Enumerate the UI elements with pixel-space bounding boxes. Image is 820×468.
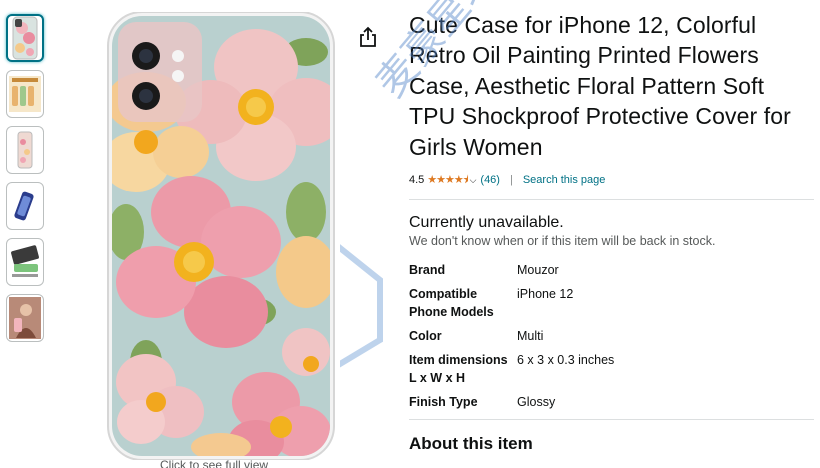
thumbnail-6-image [9, 297, 41, 339]
spec-key: Color [409, 329, 442, 344]
thumbnail-6[interactable] [6, 294, 44, 342]
thumbnail-3-image [17, 131, 33, 169]
main-product-image[interactable] [106, 11, 336, 461]
rating-count-link[interactable]: (46) [480, 174, 500, 186]
spec-key: Finish Type [409, 395, 478, 410]
product-info: Cute Case for iPhone 12, Colorful Retro … [409, 10, 814, 454]
thumbnail-list [6, 14, 46, 350]
spec-row-compatible-models: Compatible Phone Models iPhone 12 [409, 285, 614, 327]
spec-row-finish-type: Finish Type Glossy [409, 393, 614, 411]
spec-value: Mouzor [517, 263, 559, 278]
about-heading: About this item [409, 434, 533, 454]
search-this-page-link[interactable]: Search this page [523, 174, 606, 186]
spec-row-dimensions: Item dimensions L x W x H 6 x 3 x 0.3 in… [409, 351, 614, 393]
thumbnail-2[interactable] [6, 70, 44, 118]
spec-value: Multi [517, 329, 544, 344]
share-icon[interactable] [358, 26, 380, 50]
spec-row-color: Color Multi [409, 327, 614, 351]
rating-row: 4.5 ★★★★⯨ ⌵ (46) | Search this page [409, 172, 814, 188]
specs-table: Brand Mouzor Compatible Phone Models iPh… [409, 261, 614, 411]
thumbnail-5[interactable] [6, 238, 44, 286]
thumbnail-1[interactable] [6, 14, 44, 62]
spec-value: 6 x 3 x 0.3 inches [517, 353, 615, 368]
spec-key: Compatible Phone Models [409, 287, 494, 320]
spec-key: Item dimensions L x W x H [409, 353, 508, 386]
rating-value: 4.5 [409, 174, 425, 187]
product-title: Cute Case for iPhone 12, Colorful Retro … [409, 12, 791, 160]
spec-row-brand: Brand Mouzor [409, 261, 614, 285]
availability-status: Currently unavailable. [409, 214, 564, 232]
availability-note: We don't know when or if this item will … [409, 234, 716, 249]
rating-separator: | [509, 174, 513, 187]
star-rating-icon[interactable]: ★★★★⯨ [427, 171, 468, 190]
thumbnail-4-image [14, 191, 34, 221]
chevron-down-icon[interactable]: ⌵ [470, 175, 477, 186]
thumbnail-3[interactable] [6, 126, 44, 174]
thumbnail-2-image [9, 76, 41, 112]
thumbnail-5-image [11, 245, 39, 277]
divider [409, 419, 814, 421]
spec-key: Brand [409, 263, 446, 278]
thumbnail-1-image [12, 16, 38, 60]
share-icon-glyph [360, 26, 376, 47]
spec-value: Glossy [517, 395, 556, 410]
image-caption[interactable]: Click to see full view [160, 458, 268, 468]
phone-case-illustration [107, 11, 335, 461]
divider [409, 199, 814, 201]
spec-value: iPhone 12 [517, 287, 574, 302]
thumbnail-4[interactable] [6, 182, 44, 230]
